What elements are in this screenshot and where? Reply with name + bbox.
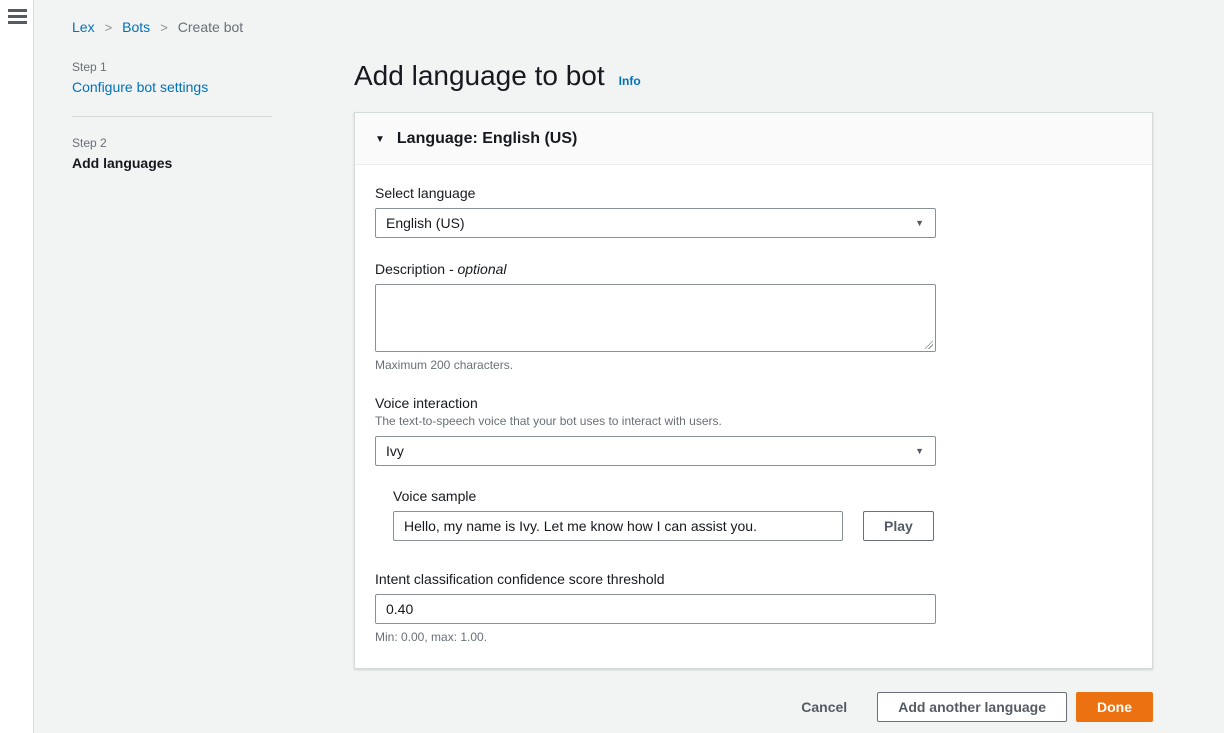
threshold-hint: Min: 0.00, max: 1.00.: [375, 630, 936, 644]
voice-sample-label: Voice sample: [393, 488, 936, 504]
description-optional-suffix: - optional: [449, 261, 507, 277]
add-another-language-button[interactable]: Add another language: [877, 692, 1067, 722]
breadcrumb-link-lex[interactable]: Lex: [72, 19, 95, 35]
breadcrumb-separator-icon: >: [160, 20, 168, 35]
side-nav-strip: [0, 0, 34, 733]
select-language-label: Select language: [375, 185, 936, 201]
title-row: Add language to bot Info: [354, 55, 1153, 95]
breadcrumb: Lex > Bots > Create bot: [72, 19, 243, 35]
voice-interaction-field: Voice interaction The text-to-speech voi…: [375, 395, 936, 541]
collapse-triangle-icon[interactable]: ▼: [375, 134, 385, 145]
cancel-button[interactable]: Cancel: [801, 699, 847, 715]
info-link[interactable]: Info: [619, 74, 641, 88]
voice-sample-field: Voice sample Play: [393, 488, 936, 541]
voice-interaction-description: The text-to-speech voice that your bot u…: [375, 414, 936, 428]
voice-interaction-value: Ivy: [386, 443, 404, 459]
language-panel-title: Language: English (US): [397, 130, 577, 148]
voice-sample-row: Play: [393, 511, 936, 541]
steps-nav: Step 1 Configure bot settings Step 2 Add…: [72, 60, 272, 171]
description-field: Description - optional Maximum 200 chara…: [375, 261, 936, 372]
steps-divider: [72, 116, 272, 117]
description-label: Description - optional: [375, 261, 936, 277]
chevron-down-icon: ▼: [915, 218, 924, 228]
language-panel-header[interactable]: ▼ Language: English (US): [355, 113, 1152, 165]
step2-current-add-languages: Add languages: [72, 155, 272, 171]
hamburger-menu-icon[interactable]: [8, 9, 27, 25]
breadcrumb-link-bots[interactable]: Bots: [122, 19, 150, 35]
voice-interaction-label: Voice interaction: [375, 395, 936, 411]
threshold-field: Intent classification confidence score t…: [375, 571, 936, 644]
resize-handle-icon[interactable]: [924, 340, 933, 349]
description-hint: Maximum 200 characters.: [375, 358, 936, 372]
chevron-down-icon: ▼: [915, 446, 924, 456]
step2-label: Step 2: [72, 136, 272, 150]
step1-label: Step 1: [72, 60, 272, 74]
page-title: Add language to bot: [354, 57, 605, 95]
description-textarea[interactable]: [375, 284, 936, 352]
language-panel: ▼ Language: English (US) Select language…: [354, 112, 1153, 669]
footer-actions: Cancel Add another language Done: [354, 692, 1153, 722]
app-root: Lex > Bots > Create bot Step 1 Configure…: [0, 0, 1224, 733]
threshold-label: Intent classification confidence score t…: [375, 571, 936, 587]
select-language-dropdown[interactable]: English (US) ▼: [375, 208, 936, 238]
breadcrumb-separator-icon: >: [105, 20, 113, 35]
threshold-input[interactable]: [375, 594, 936, 624]
description-textarea-wrap: [375, 284, 936, 352]
select-language-value: English (US): [386, 215, 465, 231]
breadcrumb-current-create-bot: Create bot: [178, 19, 243, 35]
language-panel-body: Select language English (US) ▼ Descripti…: [355, 165, 1152, 668]
play-button[interactable]: Play: [863, 511, 934, 541]
step1-link-configure-bot-settings[interactable]: Configure bot settings: [72, 79, 272, 95]
done-button[interactable]: Done: [1076, 692, 1153, 722]
voice-sample-input[interactable]: [393, 511, 843, 541]
main-content: Add language to bot Info ▼ Language: Eng…: [354, 55, 1153, 722]
voice-interaction-dropdown[interactable]: Ivy ▼: [375, 436, 936, 466]
select-language-field: Select language English (US) ▼: [375, 185, 936, 238]
